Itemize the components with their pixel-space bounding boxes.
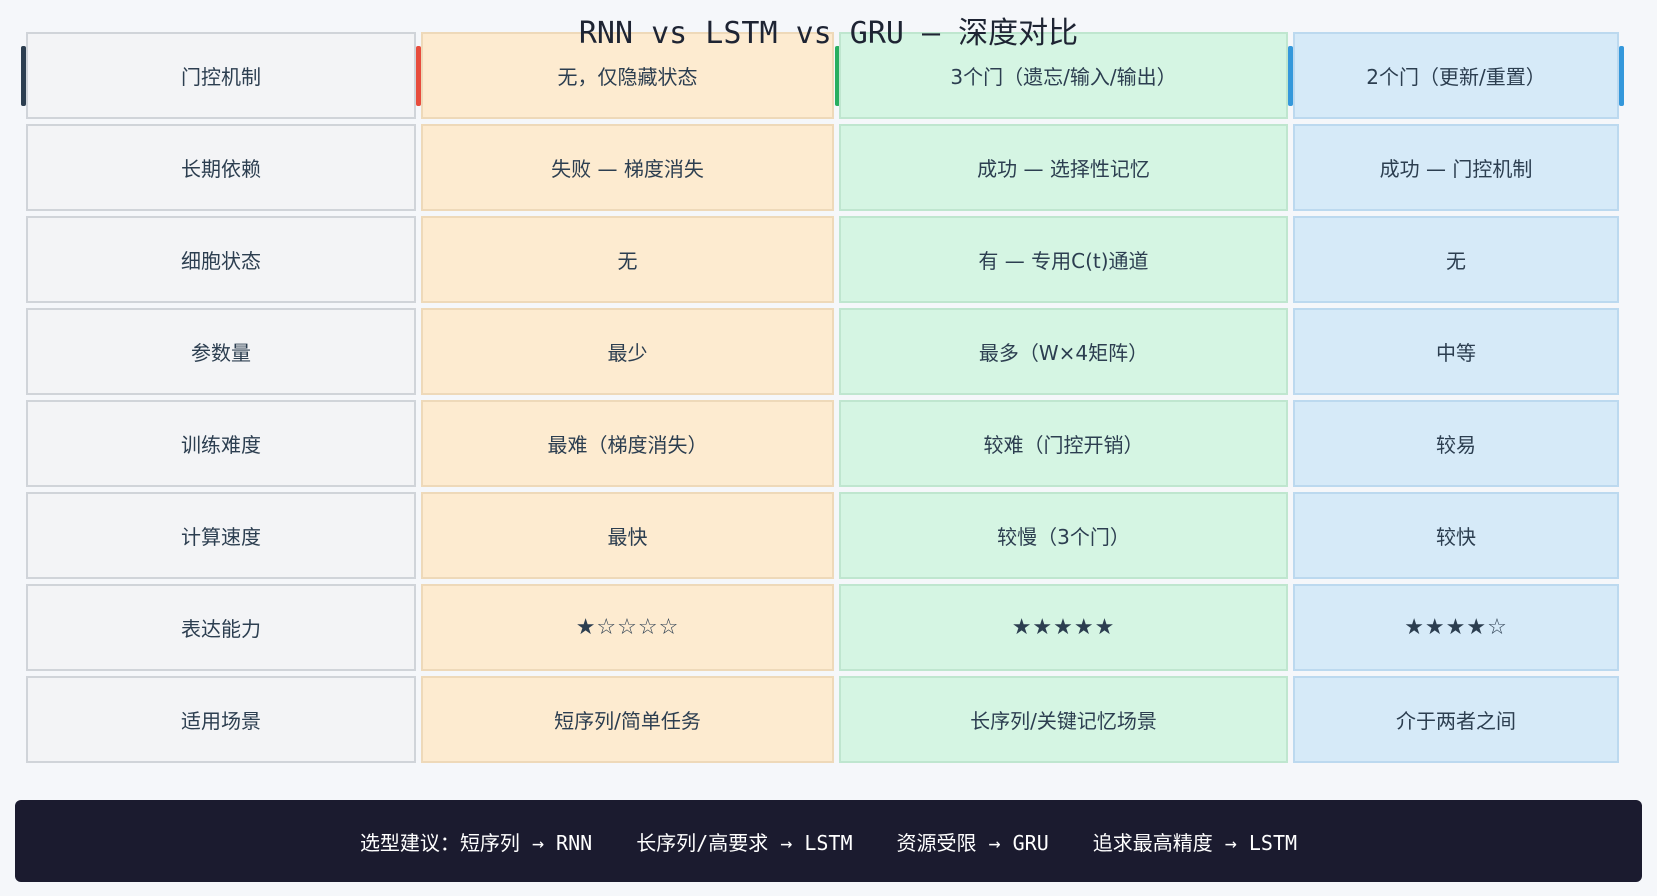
rnn-use-cases: 短序列/简单任务 [421, 676, 834, 763]
gru-speed: 较快 [1293, 492, 1619, 579]
rnn-params: 最少 [421, 308, 834, 395]
recommendation-limited-resources: 资源受限 → GRU [896, 830, 1049, 855]
recommendation-long-seq: 长序列/高要求 → LSTM [636, 830, 853, 855]
recommendation-short-seq: 短序列 → RNN [459, 830, 593, 855]
lstm-params: 最多（W×4矩阵） [839, 308, 1288, 395]
gru-use-cases: 介于两者之间 [1293, 676, 1619, 763]
row-label-use-cases: 适用场景 [26, 676, 416, 763]
rnn-long-term: 失败 — 梯度消失 [421, 124, 834, 211]
recommendation-lead: 选型建议： [359, 830, 460, 855]
rnn-speed: 最快 [421, 492, 834, 579]
recommendation-banner: 选型建议： 短序列 → RNN 长序列/高要求 → LSTM 资源受限 → GR… [15, 800, 1642, 882]
row-label-expressiveness: 表达能力 [26, 584, 416, 671]
gru-long-term: 成功 — 门控机制 [1293, 124, 1619, 211]
row-label-cell-state: 细胞状态 [26, 216, 416, 303]
lstm-use-cases: 长序列/关键记忆场景 [839, 676, 1288, 763]
gru-training: 较易 [1293, 400, 1619, 487]
row-label-speed: 计算速度 [26, 492, 416, 579]
rnn-expressiveness-rating: ★☆☆☆☆ [421, 584, 834, 671]
lstm-cell-state: 有 — 专用C(t)通道 [839, 216, 1288, 303]
rnn-cell-state: 无 [421, 216, 834, 303]
gru-cell-state: 无 [1293, 216, 1619, 303]
lstm-expressiveness-rating: ★★★★★ [839, 584, 1288, 671]
row-label-long-term: 长期依赖 [26, 124, 416, 211]
rnn-training: 最难（梯度消失） [421, 400, 834, 487]
gru-expressiveness-rating: ★★★★☆ [1293, 584, 1619, 671]
comparison-table: 门控机制 无，仅隐藏状态 3个门（遗忘/输入/输出） 2个门（更新/重置） 长期… [26, 32, 1619, 763]
page-title: RNN vs LSTM vs GRU — 深度对比 [578, 16, 1079, 51]
row-label-params: 参数量 [26, 308, 416, 395]
lstm-training: 较难（门控开销） [839, 400, 1288, 487]
lstm-long-term: 成功 — 选择性记忆 [839, 124, 1288, 211]
gru-params: 中等 [1293, 308, 1619, 395]
gru-right-accent [1619, 46, 1624, 106]
recommendation-max-accuracy: 追求最高精度 → LSTM [1092, 830, 1298, 855]
lstm-speed: 较慢（3个门） [839, 492, 1288, 579]
row-label-training: 训练难度 [26, 400, 416, 487]
